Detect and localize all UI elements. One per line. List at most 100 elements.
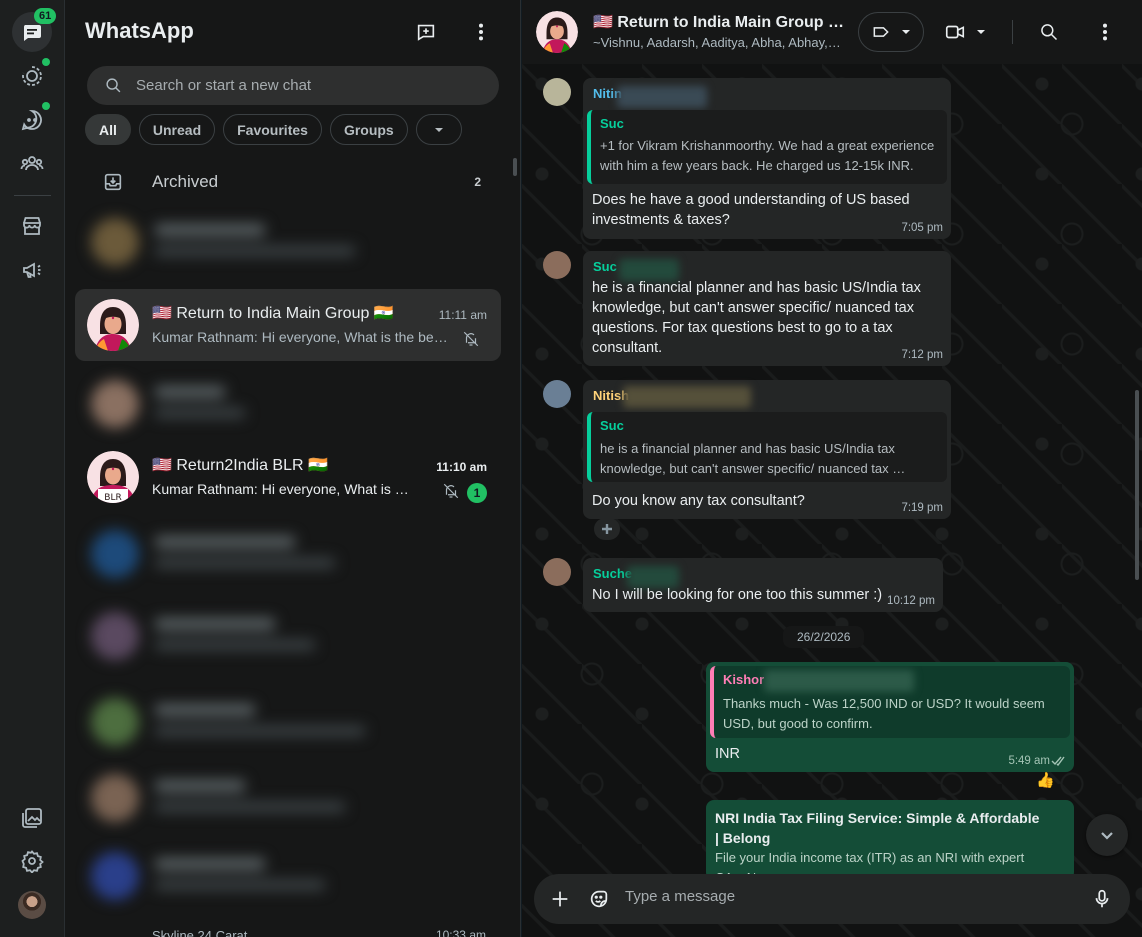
double-check-icon (1051, 756, 1065, 766)
message-bubble[interactable]: Nitish Suc he is a financial planner and… (583, 380, 951, 519)
sender-avatar[interactable] (543, 558, 571, 586)
list-menu-button[interactable] (469, 20, 493, 44)
link-title[interactable]: NRI India Tax Filing Service: Simple & A… (715, 808, 1045, 848)
message-time: 7:05 pm (901, 222, 943, 234)
conversation-scrollbar[interactable] (1135, 390, 1139, 580)
link-preview-message[interactable]: NRI India Tax Filing Service: Simple & A… (706, 800, 1074, 885)
chevron-down-icon (902, 30, 910, 34)
sticker-button[interactable] (587, 887, 611, 911)
chat-menu-button[interactable] (1090, 12, 1120, 52)
quoted-text: he is a financial planner and has basic … (600, 441, 906, 476)
blurred-chat-row[interactable] (75, 206, 501, 278)
search-icon (1041, 24, 1058, 41)
group-avatar[interactable] (536, 11, 578, 53)
avatar (91, 218, 139, 266)
filter-chip-unread[interactable]: Unread (138, 114, 216, 145)
search-chat-button[interactable] (1034, 12, 1064, 52)
business-tools-nav-button[interactable] (12, 206, 52, 246)
conversation-header[interactable]: 🇺🇸 Return to India Main Group … ~Vishnu,… (522, 0, 1142, 64)
attach-button[interactable] (548, 887, 572, 911)
date-divider: 26/2/2026 (783, 626, 865, 648)
sticker-icon (590, 890, 608, 908)
chat-row-return-to-india-main-group[interactable]: 🇺🇸 Return to India Main Group 🇮🇳 11:11 a… (75, 289, 501, 361)
communities-nav-button[interactable] (12, 143, 52, 183)
chat-time: 10:33 am (435, 928, 486, 937)
chat-name[interactable]: Skyline 24 Carat (152, 928, 247, 937)
avatar (91, 530, 139, 578)
chat-row-return2india-blr[interactable]: BLR 🇺🇸 Return2India BLR 🇮🇳 11:10 am Kuma… (75, 441, 501, 513)
message-time: 5:49 am (1008, 755, 1050, 767)
app-title: WhatsApp (85, 18, 194, 43)
message-text: No I will be looking for one too this su… (592, 587, 883, 603)
svg-text:BLR: BLR (104, 493, 121, 503)
search-icon (106, 78, 121, 93)
quoted-text: +1 for Vikram Krishanmoorthy. We had a g… (600, 138, 935, 173)
blurred-chat-row[interactable] (75, 840, 501, 912)
rail-divider (14, 195, 51, 196)
chat-time: 11:10 am (436, 460, 487, 474)
filter-chips: All Unread Favourites Groups (85, 114, 462, 145)
blurred-chat-row[interactable] (75, 368, 501, 440)
message-time: 7:12 pm (901, 349, 943, 361)
message-reaction[interactable]: 👍 (1036, 771, 1055, 789)
blurred-chat-row[interactable] (75, 600, 501, 672)
chevron-down-icon (434, 127, 443, 132)
message-text: Does he have a good understanding of US … (592, 192, 910, 228)
outgoing-message-bubble[interactable]: Kishor Thanks much - Was 12,500 IND or U… (706, 662, 1074, 772)
filter-chip-groups[interactable]: Groups (329, 114, 408, 145)
search-input[interactable] (136, 77, 476, 94)
message-bubble[interactable]: Nitin Suc +1 for Vikram Krishanmoorthy. … (583, 78, 951, 239)
new-chat-button[interactable] (414, 20, 438, 44)
chat-preview: Kumar Rathnam: Hi everyone, What is the … (152, 329, 452, 345)
add-reaction-button[interactable] (594, 518, 620, 540)
label-chat-button[interactable] (858, 12, 924, 52)
archive-icon (102, 171, 124, 193)
scroll-to-bottom-button[interactable] (1086, 814, 1128, 856)
archived-label: Archived (152, 172, 219, 191)
video-call-button[interactable] (940, 12, 990, 52)
quoted-sender: Suc (600, 116, 624, 131)
quoted-sender: Suc (600, 418, 624, 433)
message-time: 7:19 pm (901, 502, 943, 514)
chat-name: 🇺🇸 Return2India BLR 🇮🇳 (152, 457, 328, 474)
more-filters-button[interactable] (415, 114, 462, 145)
avatar (91, 852, 139, 900)
quoted-message[interactable]: Suc he is a financial planner and has ba… (587, 412, 947, 482)
settings-nav-button[interactable] (12, 841, 52, 881)
quoted-sender: Kishor (723, 672, 765, 687)
video-call-icon (945, 25, 965, 39)
advertise-nav-button[interactable] (12, 250, 52, 290)
blurred-chat-row[interactable] (75, 518, 501, 590)
chat-list-scrollbar[interactable] (513, 158, 517, 176)
chevron-down-icon (977, 30, 985, 34)
avatar (91, 698, 139, 746)
filter-chip-all[interactable]: All (85, 114, 131, 145)
search-bar[interactable] (87, 66, 499, 105)
message-bubble[interactable]: Suche No I will be looking for one too t… (583, 558, 943, 612)
plus-icon (602, 524, 612, 534)
quoted-message[interactable]: Kishor Thanks much - Was 12,500 IND or U… (710, 666, 1070, 738)
voice-message-button[interactable] (1090, 887, 1114, 911)
advertise-icon (23, 262, 41, 278)
avatar (91, 380, 139, 428)
profile-avatar[interactable] (18, 891, 46, 919)
archived-row[interactable]: Archived 2 (65, 158, 520, 206)
blurred-chat-row[interactable] (75, 762, 501, 834)
sender-avatar[interactable] (543, 78, 571, 106)
message-bubble[interactable]: Suc he is a financial planner and has ba… (583, 251, 951, 366)
kebab-menu-icon (1102, 23, 1108, 41)
blurred-chat-row[interactable] (75, 686, 501, 758)
unread-badge: 1 (467, 483, 487, 503)
quoted-message[interactable]: Suc +1 for Vikram Krishanmoorthy. We had… (587, 110, 947, 184)
avatar (91, 774, 139, 822)
navigation-rail: 61 (0, 0, 65, 937)
filter-chip-favourites[interactable]: Favourites (223, 114, 322, 145)
sender-avatar[interactable] (543, 251, 571, 279)
plus-icon (552, 891, 568, 907)
message-input[interactable] (625, 888, 1065, 905)
media-nav-button[interactable] (12, 798, 52, 838)
sender-avatar[interactable] (543, 380, 571, 408)
chat-preview: Kumar Rathnam: Hi everyone, What is the … (152, 481, 410, 497)
media-icon (22, 808, 42, 828)
business-tools-icon (23, 217, 41, 235)
